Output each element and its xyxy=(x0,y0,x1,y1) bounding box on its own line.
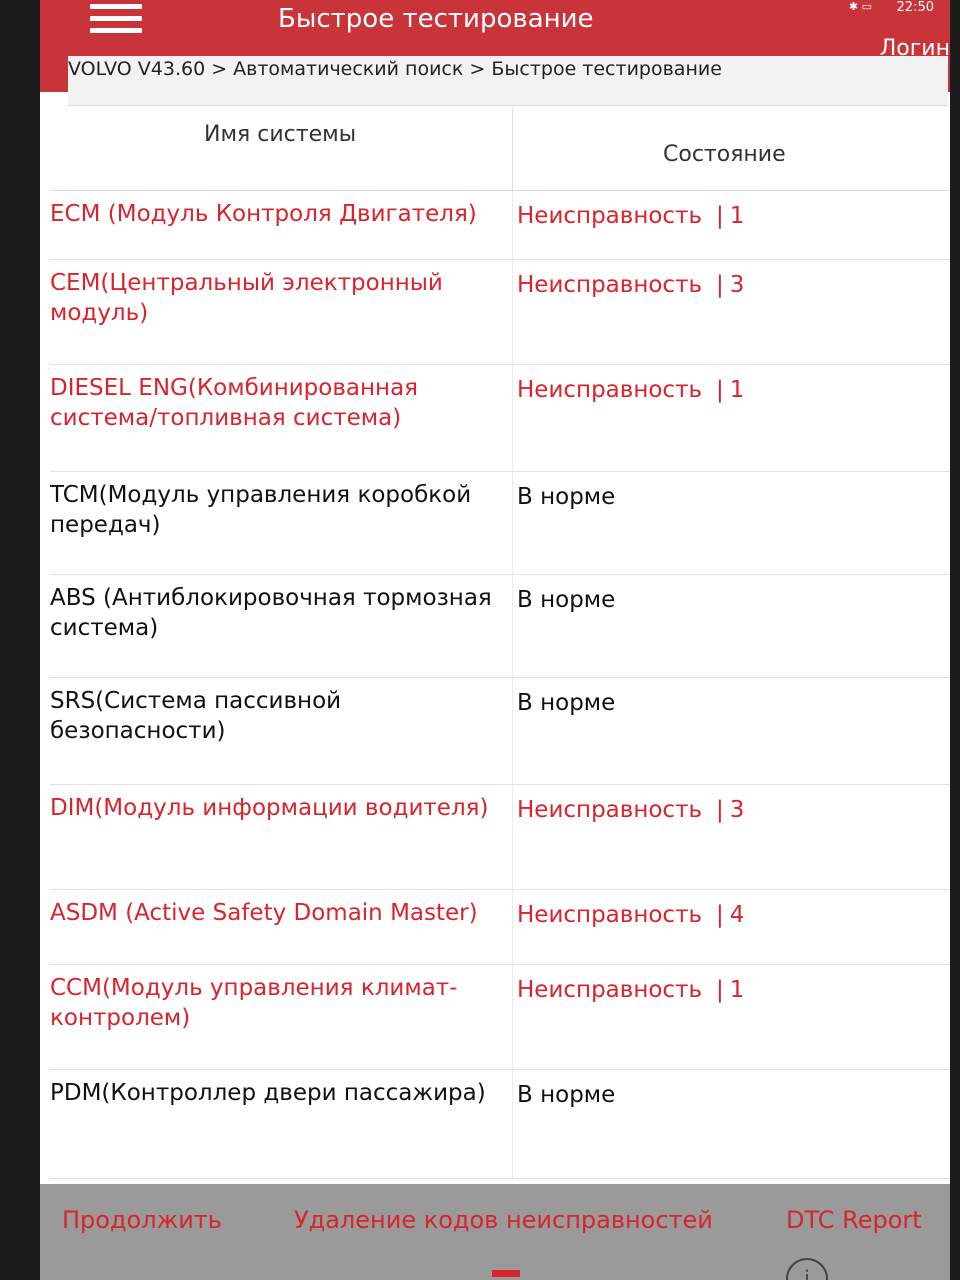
system-name: ASDM (Active Safety Domain Master) xyxy=(50,890,513,964)
status-label: Неисправность xyxy=(517,377,703,403)
status-label: В норме xyxy=(517,484,616,510)
table-row[interactable]: DIM(Модуль информации водителя) Неисправн… xyxy=(50,785,950,890)
status-separator: | xyxy=(716,902,724,928)
table-row[interactable]: CEM(Центральный электронный модуль) Неисп… xyxy=(50,260,950,365)
hamburger-menu-icon[interactable] xyxy=(90,4,142,33)
system-status: В норме xyxy=(513,575,615,677)
fault-count: 3 xyxy=(729,797,745,823)
info-icon[interactable]: i xyxy=(786,1258,828,1280)
bottom-action-bar: Продолжить Удаление кодов неисправностей… xyxy=(40,1184,950,1280)
page-title: Быстрое тестирование xyxy=(278,4,594,34)
system-name: TCM(Модуль управления коробкой передач) xyxy=(50,472,513,574)
status-label: Неисправность xyxy=(517,272,703,298)
fault-count: 3 xyxy=(729,272,745,298)
system-status: Неисправность | 3 xyxy=(513,260,744,364)
table-row[interactable]: ABS (Антиблокировочная тормозная система… xyxy=(50,575,950,678)
column-header-status: Состояние xyxy=(663,142,786,167)
system-status: В норме xyxy=(513,1070,615,1178)
status-bar-icons: ✱ ▭ xyxy=(848,0,872,13)
status-label: Неисправность xyxy=(517,902,703,928)
system-name: ECM (Модуль Контроля Двигателя) xyxy=(50,191,513,259)
status-bar-time: 22:50 xyxy=(896,0,934,15)
table-row[interactable]: ASDM (Active Safety Domain Master) Неиспр… xyxy=(50,890,950,965)
system-name: SRS(Система пассивной безопасности) xyxy=(50,678,513,784)
status-label: Неисправность xyxy=(517,797,703,823)
system-status: Неисправность | 1 xyxy=(513,965,744,1069)
status-separator: | xyxy=(716,977,724,1003)
system-status: В норме xyxy=(513,678,615,784)
status-separator: | xyxy=(716,272,724,298)
system-name: DIESEL ENG(Комбинированная система/топли… xyxy=(50,365,513,471)
system-status: Неисправность | 1 xyxy=(513,365,744,471)
fault-count: 1 xyxy=(729,203,745,229)
system-name: ABS (Антиблокировочная тормозная система… xyxy=(50,575,513,677)
system-name: CCM(Модуль управления климат-контролем) xyxy=(50,965,513,1069)
status-label: В норме xyxy=(517,587,616,613)
status-label: Неисправность xyxy=(517,977,703,1003)
system-status: В норме xyxy=(513,472,615,574)
fault-count: 1 xyxy=(729,377,745,403)
status-label: В норме xyxy=(517,690,616,716)
table-header: Имя системы Состояние xyxy=(50,108,950,191)
system-status: Неисправность | 1 xyxy=(513,191,744,259)
system-name: CEM(Центральный электронный модуль) xyxy=(50,260,513,364)
system-name: DIM(Модуль информации водителя) xyxy=(50,785,513,889)
table-row[interactable]: PDM(Контроллер двери пассажира) В норме xyxy=(50,1070,950,1179)
status-separator: | xyxy=(716,797,724,823)
status-label: Неисправность xyxy=(517,203,703,229)
table-body: ECM (Модуль Контроля Двигателя) Неисправн… xyxy=(50,191,950,1179)
table-row[interactable]: TCM(Модуль управления коробкой передач) В… xyxy=(50,472,950,575)
clear-dtc-button[interactable]: Удаление кодов неисправностей xyxy=(294,1206,713,1234)
table-row[interactable]: SRS(Система пассивной безопасности) В нор… xyxy=(50,678,950,785)
systems-table: Имя системы Состояние ECM (Модуль Контро… xyxy=(50,108,950,1179)
system-status: Неисправность | 3 xyxy=(513,785,744,889)
fault-count: 4 xyxy=(729,902,745,928)
system-name: PDM(Контроллер двери пассажира) xyxy=(50,1070,513,1178)
breadcrumb: VOLVO V43.60 > Автоматический поиск > Бы… xyxy=(68,56,948,106)
status-separator: | xyxy=(716,377,724,403)
system-status: Неисправность | 4 xyxy=(513,890,744,964)
table-row[interactable]: DIESEL ENG(Комбинированная система/топли… xyxy=(50,365,950,472)
dtc-report-button[interactable]: DTC Report xyxy=(786,1206,922,1234)
continue-button[interactable]: Продолжить xyxy=(62,1206,222,1234)
status-label: В норме xyxy=(517,1082,616,1108)
column-header-system-name: Имя системы xyxy=(50,108,513,190)
table-row[interactable]: CCM(Модуль управления климат-контролем) Н… xyxy=(50,965,950,1070)
status-separator: | xyxy=(716,203,724,229)
table-row[interactable]: ECM (Модуль Контроля Двигателя) Неисправн… xyxy=(50,191,950,260)
diagnostic-screen: Быстрое тестирование ✱ ▭ 22:50 Логин VOL… xyxy=(40,0,950,1280)
nav-indicator xyxy=(492,1270,520,1277)
fault-count: 1 xyxy=(729,977,745,1003)
